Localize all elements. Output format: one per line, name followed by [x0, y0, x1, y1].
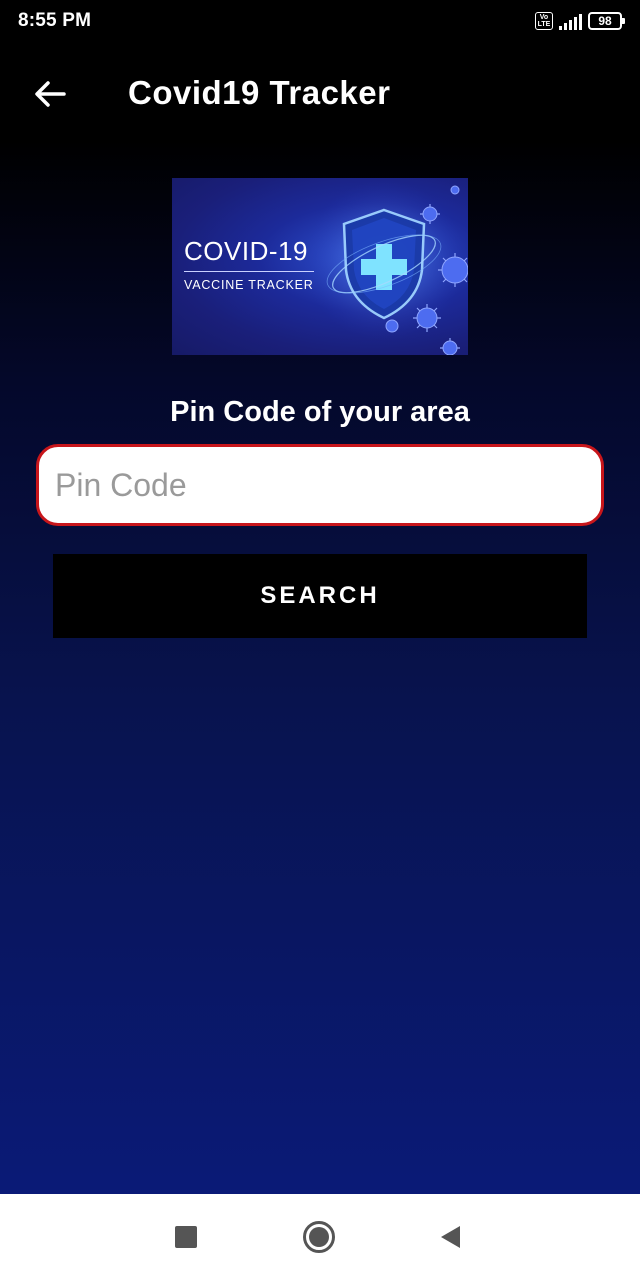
screen: 8:55 PM Vo LTE 98 Covid19 Tracker COVID-…	[0, 0, 640, 1280]
search-button[interactable]: SEARCH	[53, 554, 587, 638]
system-nav-bar	[0, 1194, 640, 1280]
home-button[interactable]	[294, 1214, 344, 1260]
banner-divider	[184, 271, 314, 272]
banner-title: COVID-19	[184, 236, 308, 266]
status-bar: 8:55 PM Vo LTE 98	[0, 0, 640, 44]
toolbar: Covid19 Tracker	[0, 44, 640, 144]
battery-icon: 98	[588, 12, 625, 30]
page-title: Covid19 Tracker	[128, 74, 391, 111]
status-icons: Vo LTE 98	[535, 10, 625, 32]
square-icon	[175, 1226, 197, 1248]
banner-subtitle: VACCINE TRACKER	[184, 278, 314, 292]
signal-icon	[559, 12, 582, 30]
back-button[interactable]	[22, 68, 78, 120]
status-time: 8:55 PM	[18, 10, 92, 31]
circle-icon	[303, 1221, 335, 1253]
triangle-back-icon	[441, 1226, 460, 1248]
pin-code-input[interactable]	[36, 444, 604, 526]
pin-code-label: Pin Code of your area	[170, 396, 470, 428]
vaccine-tracker-banner: COVID-19 VACCINE TRACKER	[172, 178, 468, 355]
volte-icon: Vo LTE	[535, 12, 553, 30]
recents-button[interactable]	[161, 1214, 211, 1260]
nav-back-button[interactable]	[425, 1214, 475, 1260]
arrow-back-icon	[35, 81, 66, 107]
